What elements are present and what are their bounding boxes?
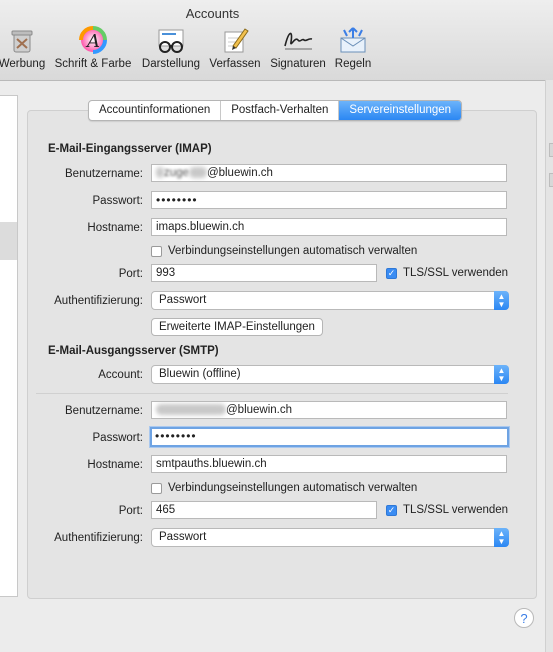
toolbar: Accounts Werbung A Schrift & Farbe Darst…: [0, 0, 553, 81]
junk-mail-icon: [0, 26, 46, 54]
imap-port-field[interactable]: 993: [151, 264, 377, 282]
imap-auto-manage-checkbox[interactable]: [151, 245, 162, 257]
smtp-password-field[interactable]: ••••••••: [150, 427, 509, 447]
imap-auto-manage-row[interactable]: Verbindungseinstellungen automatisch ver…: [151, 245, 417, 257]
imap-username-partial: zuge: [164, 167, 189, 179]
smtp-auto-manage-checkbox[interactable]: [151, 482, 162, 494]
smtp-hostname-label: Hostname:: [87, 459, 143, 471]
smtp-account-label: Account:: [98, 369, 143, 381]
imap-section-title: E-Mail-Eingangsserver (IMAP): [48, 143, 212, 155]
imap-hostname-field[interactable]: imaps.bluewin.ch: [151, 218, 507, 236]
imap-auth-select[interactable]: Passwort ▲ ▼: [151, 291, 509, 310]
imap-tls-label: TLS/SSL verwenden: [403, 267, 509, 279]
checkbox-edge: [549, 173, 553, 187]
smtp-password-label: Passwort:: [92, 432, 144, 444]
tab-accountinformationen[interactable]: Accountinformationen: [89, 101, 222, 120]
window-title: Accounts: [185, 6, 240, 21]
tab-servereinstellungen[interactable]: Servereinstellungen: [339, 101, 462, 120]
smtp-auth-label: Authentifizierung:: [54, 532, 143, 544]
smtp-auto-manage-row[interactable]: Verbindungseinstellungen automatisch ver…: [151, 482, 417, 494]
toolbar-label: Signaturen: [270, 58, 326, 70]
chevron-updown-icon: ▲ ▼: [494, 291, 509, 310]
imap-username-field[interactable]: zuge @bluewin.ch: [151, 164, 507, 182]
smtp-username-field[interactable]: @bluewin.ch: [151, 401, 507, 419]
toolbar-label: Schrift & Farbe: [54, 58, 132, 70]
toolbar-item-darstellung[interactable]: Darstellung: [139, 26, 203, 70]
chevron-updown-icon: ▲ ▼: [494, 528, 509, 547]
smtp-tls-row[interactable]: ✓ TLS/SSL verwenden: [386, 504, 508, 516]
imap-port-label: Port:: [118, 268, 143, 280]
toolbar-item-werbung[interactable]: Werbung: [0, 26, 46, 70]
smtp-auth-value: Passwort: [159, 531, 207, 543]
smtp-username-label: Benutzername:: [65, 405, 143, 417]
toolbar-label: Darstellung: [141, 58, 201, 70]
toolbar-label: Regeln: [334, 58, 372, 70]
toolbar-item-fonts[interactable]: A Schrift & Farbe: [53, 26, 133, 70]
imap-username-label: Benutzername:: [65, 168, 143, 180]
toolbar-label: Werbung: [0, 58, 46, 70]
chevron-updown-icon: ▲ ▼: [494, 365, 509, 384]
divider: [36, 393, 508, 394]
smtp-account-value: Bluewin (offline): [159, 368, 241, 380]
smtp-username-domain: @bluewin.ch: [226, 404, 293, 416]
toolbar-item-verfassen[interactable]: Verfassen: [208, 26, 262, 70]
toolbar-item-regeln[interactable]: Regeln: [333, 26, 373, 70]
smtp-section-title: E-Mail-Ausgangsserver (SMTP): [48, 345, 219, 357]
tab-postfach-verhalten[interactable]: Postfach-Verhalten: [221, 101, 340, 120]
imap-auto-manage-label: Verbindungseinstellungen automatisch ver…: [168, 245, 418, 257]
viewing-glasses-icon: [139, 26, 203, 54]
smtp-port-label: Port:: [118, 505, 143, 517]
smtp-tls-label: TLS/SSL verwenden: [403, 504, 509, 516]
fonts-colors-icon: A: [53, 26, 133, 54]
imap-password-label: Passwort:: [92, 195, 144, 207]
imap-username-domain: @bluewin.ch: [206, 167, 273, 179]
composing-pencil-icon: [208, 26, 262, 54]
smtp-auto-manage-label: Verbindungseinstellungen automatisch ver…: [168, 482, 418, 494]
imap-auth-value: Passwort: [159, 294, 207, 306]
smtp-port-field[interactable]: 465: [151, 501, 377, 519]
signature-icon: [268, 26, 328, 54]
redacted-text: [156, 404, 226, 416]
rules-icon: [333, 26, 373, 54]
toolbar-label: Verfassen: [209, 58, 261, 70]
checkbox-edge: [549, 143, 553, 157]
svg-text:A: A: [85, 31, 100, 52]
imap-tls-row[interactable]: ✓ TLS/SSL verwenden: [386, 267, 508, 279]
help-button[interactable]: ?: [514, 608, 534, 628]
smtp-account-select[interactable]: Bluewin (offline) ▲ ▼: [151, 365, 509, 384]
smtp-tls-checkbox[interactable]: ✓: [386, 504, 397, 516]
toolbar-item-signaturen[interactable]: Signaturen: [268, 26, 328, 70]
smtp-hostname-field[interactable]: smtpauths.bluewin.ch: [151, 455, 507, 473]
imap-tls-checkbox[interactable]: ✓: [386, 267, 397, 279]
advanced-imap-button[interactable]: Erweiterte IMAP-Einstellungen: [151, 318, 323, 336]
imap-password-field[interactable]: ••••••••: [151, 191, 507, 209]
right-window-edge: [545, 80, 553, 652]
imap-hostname-label: Hostname:: [87, 222, 143, 234]
imap-auth-label: Authentifizierung:: [54, 295, 143, 307]
redacted-text: [156, 167, 164, 179]
redacted-text: [188, 167, 207, 179]
smtp-auth-select[interactable]: Passwort ▲ ▼: [151, 528, 509, 547]
tab-bar: Accountinformationen Postfach-Verhalten …: [88, 100, 463, 121]
